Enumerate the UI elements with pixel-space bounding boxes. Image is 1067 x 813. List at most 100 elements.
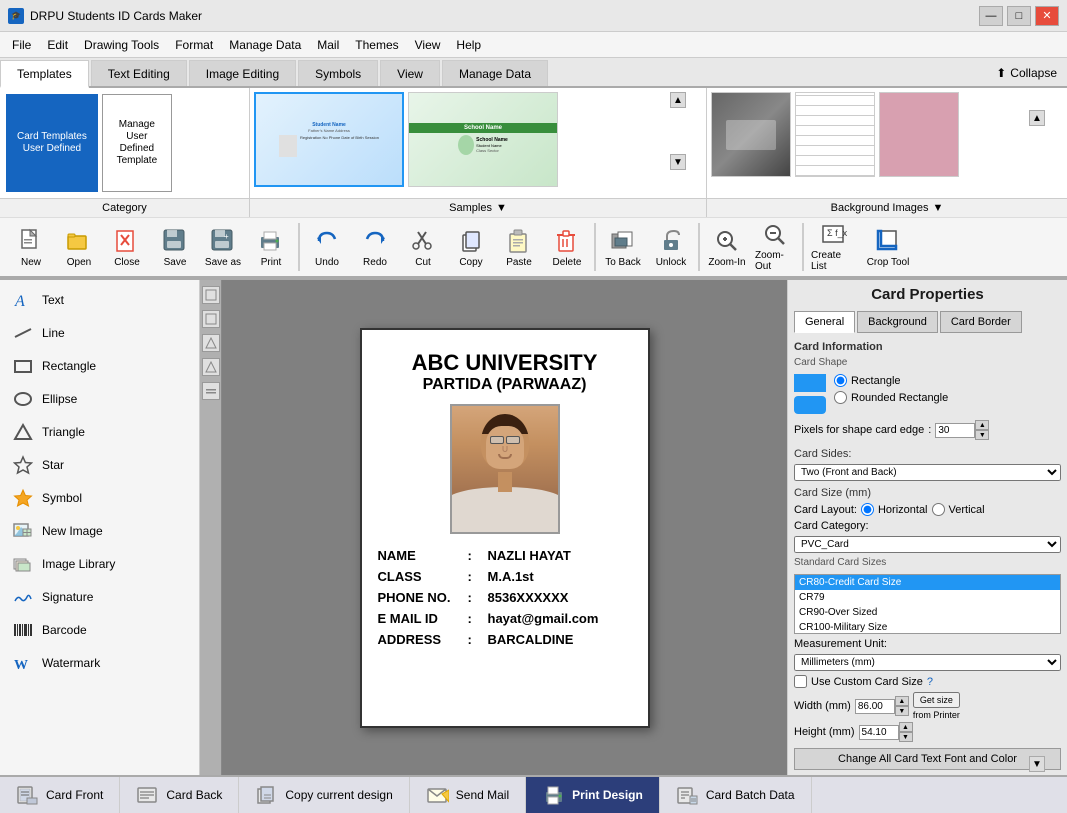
menu-edit[interactable]: Edit (39, 35, 76, 55)
custom-size-help[interactable]: ? (927, 676, 933, 688)
menu-format[interactable]: Format (167, 35, 221, 55)
samples-dropdown-icon[interactable]: ▼ (496, 202, 507, 214)
tab-text-editing[interactable]: Text Editing (91, 60, 187, 86)
bg-item-3[interactable] (879, 92, 959, 177)
copy-design-button[interactable]: Copy current design (239, 777, 409, 813)
sidebar-item-text[interactable]: A Text (4, 284, 195, 316)
layout-vertical-radio[interactable] (932, 503, 945, 516)
send-mail-button[interactable]: Send Mail (410, 777, 526, 813)
close-button[interactable]: ✕ (1035, 6, 1059, 26)
cat-card-templates[interactable]: Card TemplatesUser Defined (6, 94, 98, 192)
card-batch-button[interactable]: Card Batch Data (660, 777, 812, 813)
open-button[interactable]: Open (56, 221, 102, 273)
to-back-button[interactable]: To Back (600, 221, 646, 273)
cut-button[interactable]: Cut (400, 221, 446, 273)
crop-tool-button[interactable]: Crop Tool (862, 221, 914, 273)
menu-themes[interactable]: Themes (347, 35, 406, 55)
pixels-input[interactable] (935, 423, 975, 438)
undo-button[interactable]: Undo (304, 221, 350, 273)
sidebar-item-new-image[interactable]: New Image (4, 515, 195, 547)
tab-symbols[interactable]: Symbols (298, 60, 378, 86)
height-spinner[interactable]: ▲ ▼ (859, 722, 913, 742)
copy-button[interactable]: Copy (448, 221, 494, 273)
menu-view[interactable]: View (407, 35, 449, 55)
card-category-select[interactable]: PVC_Card (794, 536, 1061, 553)
change-font-button[interactable]: Change All Card Text Font and Color (794, 748, 1061, 770)
tab-templates[interactable]: Templates (0, 60, 89, 88)
sidebar-item-line[interactable]: Line (4, 317, 195, 349)
size-cr90[interactable]: CR90-Over Sized (795, 605, 1060, 620)
sidebar-item-star[interactable]: Star (4, 449, 195, 481)
sidebar-item-image-library[interactable]: Image Library (4, 548, 195, 580)
pixels-up-arrow[interactable]: ▲ (975, 420, 989, 430)
minimize-button[interactable]: — (979, 6, 1003, 26)
save-button[interactable]: Save (152, 221, 198, 273)
zoom-out-button[interactable]: Zoom-Out (752, 221, 798, 273)
menu-manage-data[interactable]: Manage Data (221, 35, 309, 55)
delete-button[interactable]: Delete (544, 221, 590, 273)
sidebar-item-triangle[interactable]: Triangle (4, 416, 195, 448)
close-button[interactable]: Close (104, 221, 150, 273)
card-sides-select[interactable]: Two (Front and Back) (794, 464, 1061, 481)
bg-dropdown-icon[interactable]: ▼ (932, 202, 943, 214)
tab-image-editing[interactable]: Image Editing (189, 60, 296, 86)
sidebar-item-symbol[interactable]: Symbol (4, 482, 195, 514)
height-input[interactable] (859, 725, 899, 740)
custom-size-checkbox[interactable] (794, 675, 807, 688)
sidebar-item-signature[interactable]: Signature (4, 581, 195, 613)
tab-view[interactable]: View (380, 60, 440, 86)
panel-tab-background[interactable]: Background (857, 311, 938, 333)
pixels-spinner[interactable]: ▲ ▼ (935, 420, 989, 440)
new-button[interactable]: New (8, 221, 54, 273)
panel-tab-general[interactable]: General (794, 311, 855, 333)
redo-button[interactable]: Redo (352, 221, 398, 273)
bg-scroll-up[interactable]: ▲ (1029, 110, 1045, 126)
print-design-button[interactable]: Print Design (526, 777, 660, 813)
width-input[interactable] (855, 699, 895, 714)
height-up[interactable]: ▲ (899, 722, 913, 732)
maximize-button[interactable]: □ (1007, 6, 1031, 26)
sidebar-item-watermark[interactable]: W Watermark (4, 647, 195, 679)
width-down[interactable]: ▼ (895, 706, 909, 716)
menu-drawing-tools[interactable]: Drawing Tools (76, 35, 167, 55)
measurement-select[interactable]: Millimeters (mm) (794, 654, 1061, 671)
sidebar-item-rectangle[interactable]: Rectangle (4, 350, 195, 382)
height-down[interactable]: ▼ (899, 732, 913, 742)
pixels-down-arrow[interactable]: ▼ (975, 430, 989, 440)
samples-scroll-down[interactable]: ▼ (670, 154, 686, 170)
menu-file[interactable]: File (4, 35, 39, 55)
paste-button[interactable]: Paste (496, 221, 542, 273)
canvas-area[interactable]: ABC UNIVERSITY PARTIDA (PARWAAZ) (222, 280, 787, 775)
bg-item-1[interactable] (711, 92, 791, 177)
layout-horizontal-radio[interactable] (861, 503, 874, 516)
zoom-in-button[interactable]: Zoom-In (704, 221, 750, 273)
menu-mail[interactable]: Mail (309, 35, 347, 55)
card-back-button[interactable]: Card Back (120, 777, 239, 813)
sidebar-item-barcode[interactable]: Barcode (4, 614, 195, 646)
shape-rectangle-option[interactable]: Rectangle (834, 374, 948, 387)
cat-manage-template[interactable]: ManageUserDefinedTemplate (102, 94, 172, 192)
size-cr79[interactable]: CR79 (795, 590, 1060, 605)
menu-help[interactable]: Help (448, 35, 489, 55)
shape-rectangle-radio[interactable] (834, 374, 847, 387)
unlock-button[interactable]: Unlock (648, 221, 694, 273)
get-size-button[interactable]: Get size (913, 692, 960, 708)
sample-item-2[interactable]: School Name School Name Student Name Cla… (408, 92, 558, 187)
size-cr100[interactable]: CR100-Military Size (795, 620, 1060, 634)
collapse-button[interactable]: ⬆ Collapse (986, 60, 1067, 86)
create-list-button[interactable]: Σ f_x Create List (808, 221, 860, 273)
width-up[interactable]: ▲ (895, 696, 909, 706)
standard-sizes-list[interactable]: CR80-Credit Card Size CR79 CR90-Over Siz… (794, 574, 1061, 634)
sample-item-1[interactable]: Student Name Father's Name Address Regis… (254, 92, 404, 187)
save-as-button[interactable]: + Save as (200, 221, 246, 273)
card-front-button[interactable]: Card Front (0, 777, 120, 813)
shape-rounded-option[interactable]: Rounded Rectangle (834, 391, 948, 404)
samples-scroll-up[interactable]: ▲ (670, 92, 686, 108)
custom-size-row[interactable]: Use Custom Card Size ? (794, 675, 1061, 688)
size-cr80[interactable]: CR80-Credit Card Size (795, 575, 1060, 590)
sidebar-item-ellipse[interactable]: Ellipse (4, 383, 195, 415)
width-spinner[interactable]: ▲ ▼ (855, 696, 909, 716)
tab-manage-data[interactable]: Manage Data (442, 60, 548, 86)
bg-item-2[interactable] (795, 92, 875, 177)
print-button[interactable]: Print (248, 221, 294, 273)
